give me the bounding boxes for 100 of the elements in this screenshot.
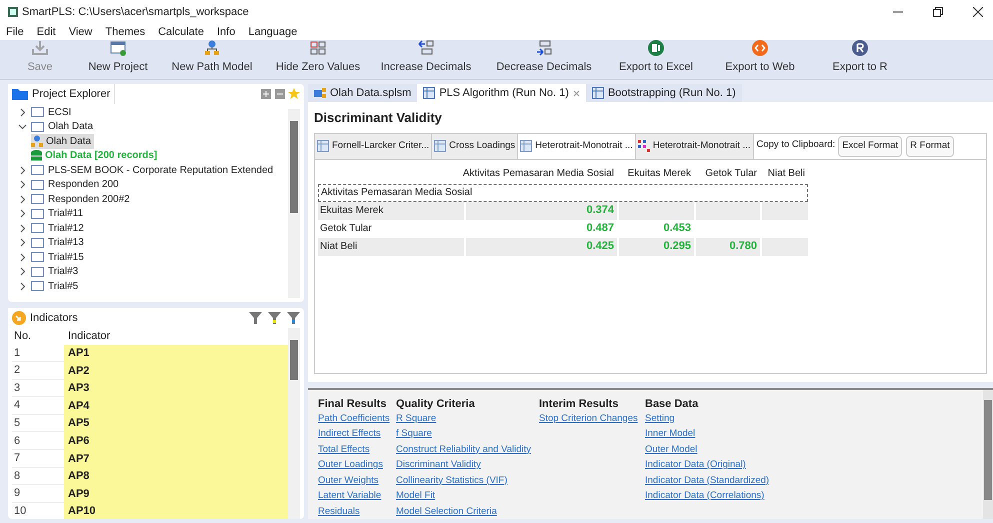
report-link[interactable]: Setting	[645, 410, 675, 426]
folder-icon	[12, 88, 28, 100]
tree-item[interactable]: Trial#11	[18, 206, 84, 221]
collapse-all-icon[interactable]	[275, 89, 285, 99]
report-link[interactable]: Collinearity Statistics (VIF)	[396, 472, 508, 488]
copy-button[interactable]: Excel Format	[838, 136, 902, 156]
toolbar-button[interactable]: New Project	[80, 40, 156, 75]
row-header: Aktivitas Pemasaran Media Sosial	[320, 186, 472, 200]
editor-tab[interactable]: Olah Data.splsm	[308, 84, 418, 102]
tree-item[interactable]: PLS-SEM BOOK - Corporate Reputation Extended	[18, 163, 274, 178]
tree-item[interactable]: Olah Data	[31, 134, 94, 148]
filter-icon[interactable]	[268, 312, 281, 324]
report-link[interactable]: Outer Loadings	[318, 457, 383, 472]
table-cell: AP10	[64, 502, 288, 519]
section-heading: Quality Criteria	[396, 396, 476, 410]
report-link[interactable]: Outer Model	[645, 442, 698, 457]
close-icon[interactable]	[973, 7, 983, 17]
toolbar-button[interactable]: New Path Model	[156, 40, 268, 75]
tree-item[interactable]: Trial#13	[18, 236, 84, 250]
report-link[interactable]: Path Coefficients	[318, 410, 390, 426]
toolbar-button[interactable]: Export to R	[812, 40, 908, 75]
table-cell: 0.780	[694, 238, 760, 256]
color-grid-icon	[638, 140, 650, 152]
menu-item[interactable]: Calculate	[158, 24, 204, 40]
filter-icon[interactable]	[249, 312, 262, 324]
row-header: Getok Tular	[319, 222, 373, 236]
project-icon	[31, 107, 44, 118]
table-icon	[423, 87, 436, 99]
table-cell: AP7	[64, 450, 288, 468]
report-link[interactable]: Outer Weights	[318, 472, 379, 488]
menu-item[interactable]: Themes	[105, 24, 146, 40]
tree-item[interactable]: Responden 200#2	[18, 192, 130, 206]
editor-tab[interactable]: PLS Algorithm (Run No. 1)	[417, 84, 586, 102]
close-icon	[572, 90, 580, 96]
toolbar-button[interactable]: Export to Web	[708, 40, 812, 75]
star-icon[interactable]	[288, 88, 300, 100]
menu-item[interactable]: File	[6, 24, 24, 40]
expand-all-icon[interactable]	[261, 89, 271, 99]
toolbar-button[interactable]: Hide Zero Values	[268, 40, 368, 75]
report-link[interactable]: Total Effects	[318, 442, 370, 457]
sub-tab[interactable]: Heterotrait-Monotrait ...	[636, 134, 754, 158]
sub-tab[interactable]: Heterotrait-Monotrait ...	[518, 134, 636, 158]
digits-icon	[310, 40, 326, 56]
menu-item[interactable]: View	[68, 24, 92, 40]
tree-item[interactable]: Trial#12	[18, 221, 84, 236]
table-icon	[592, 87, 604, 99]
report-link[interactable]: Model Fit	[396, 488, 436, 504]
scrollbar[interactable]	[983, 390, 993, 519]
tree-item[interactable]: Responden 200	[18, 178, 119, 192]
report-link[interactable]: Latent Variable	[318, 488, 382, 504]
tree-item[interactable]: ECSI	[18, 105, 72, 120]
tree-item[interactable]: Olah Data	[18, 120, 94, 134]
menu-item[interactable]: Language	[248, 24, 298, 40]
column-header[interactable]: No.	[12, 328, 64, 344]
scrollbar[interactable]	[288, 109, 300, 298]
toolbar-button[interactable]: Decrease Decimals	[484, 40, 604, 75]
project-icon	[31, 266, 44, 277]
project-icon	[31, 238, 44, 248]
project-icon	[31, 208, 44, 219]
copy-label: Copy to Clipboard:	[756, 138, 836, 152]
restore-icon[interactable]	[933, 7, 943, 17]
editor-tab[interactable]: Bootstrapping (Run No. 1)	[586, 84, 742, 102]
menu-item[interactable]: Edit	[36, 24, 56, 40]
report-link[interactable]: Indirect Effects	[318, 426, 381, 442]
filter-icon[interactable]	[287, 312, 300, 324]
left-arrow-digits-icon	[418, 40, 434, 56]
toolbar-button[interactable]: Export to Excel	[604, 40, 708, 75]
tree-item[interactable]: Trial#3	[18, 264, 78, 279]
table-cell: 0.295	[617, 238, 694, 256]
path-model-icon	[204, 40, 220, 56]
row-header: Niat Beli	[319, 240, 358, 254]
report-link[interactable]: f Square	[396, 426, 432, 442]
chevron-right-icon	[18, 108, 27, 117]
column-header[interactable]: Indicator	[64, 328, 288, 344]
copy-button[interactable]: R Format	[906, 136, 954, 156]
section-heading: Base Data	[645, 396, 700, 410]
report-link[interactable]: Model Selection Criteria	[396, 504, 497, 519]
tree-item[interactable]: Trial#15	[18, 250, 84, 264]
tree-item[interactable]: Trial#5	[18, 279, 78, 294]
report-link[interactable]: Indicator Data (Standardized)	[645, 472, 770, 488]
report-link[interactable]: Indicator Data (Correlations)	[645, 488, 764, 504]
table-cell: AP5	[64, 414, 288, 432]
sub-tab[interactable]: Cross Loadings	[432, 134, 518, 158]
report-link[interactable]: R Square	[396, 410, 436, 426]
panel-tab[interactable]: Project Explorer	[8, 84, 116, 104]
menu-item[interactable]: Info	[216, 24, 236, 40]
report-link[interactable]: Stop Criterion Changes	[539, 410, 638, 426]
sub-tab[interactable]: Fornell-Larcker Criter...	[315, 134, 432, 158]
report-link[interactable]: Residuals	[318, 504, 360, 519]
project-icon	[31, 122, 44, 132]
report-link[interactable]: Indicator Data (Original)	[645, 457, 746, 472]
section-heading: Final Results	[318, 396, 388, 410]
column-header: Aktivitas Pemasaran Media Sosial	[464, 167, 615, 181]
report-link[interactable]: Discriminant Validity	[396, 457, 481, 472]
report-link[interactable]: Construct Reliability and Validity	[396, 442, 531, 457]
report-link[interactable]: Inner Model	[645, 426, 696, 442]
project-icon	[31, 165, 44, 176]
toolbar-button[interactable]: Increase Decimals	[368, 40, 484, 75]
section-heading: Interim Results	[539, 396, 620, 410]
scrollbar[interactable]	[288, 328, 300, 519]
